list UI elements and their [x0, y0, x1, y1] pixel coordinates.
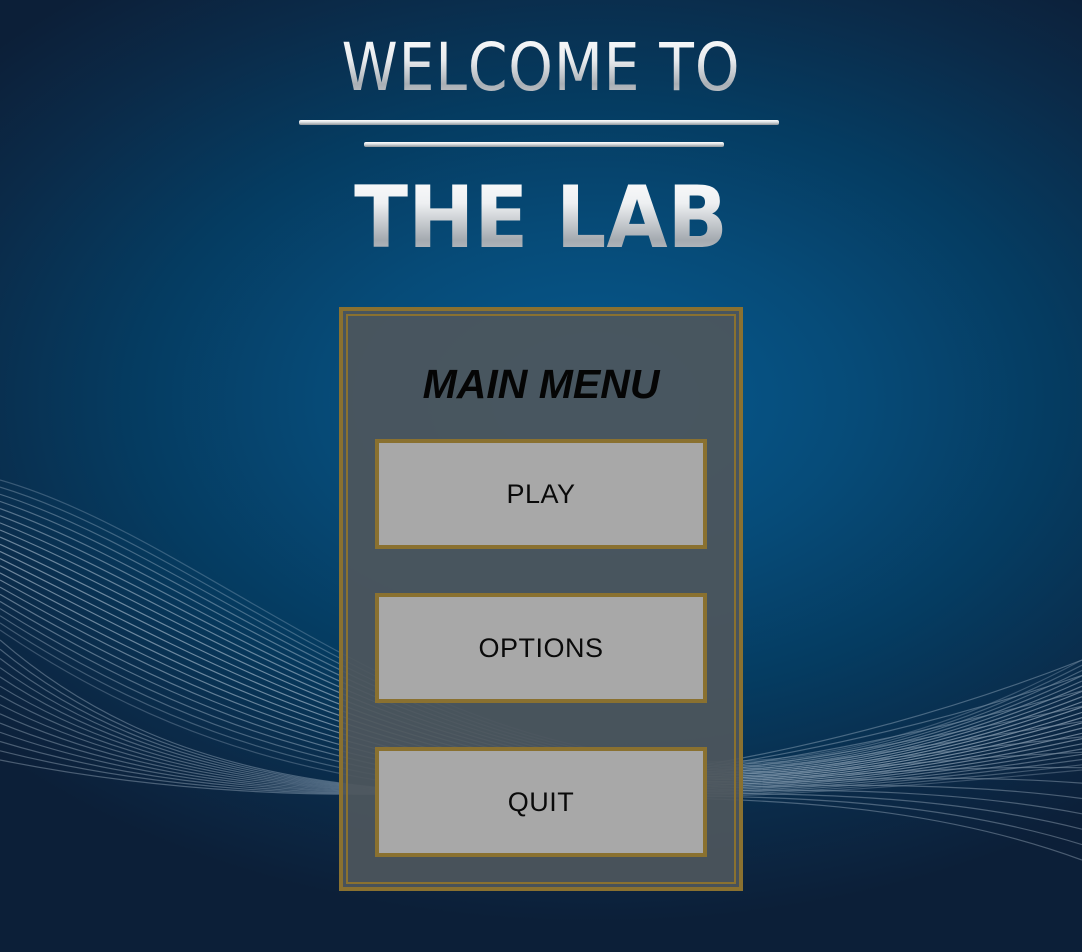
welcome-heading: WELCOME TO	[76, 28, 1007, 108]
play-button[interactable]: PLAY	[375, 439, 707, 549]
title-divider-top	[299, 120, 779, 125]
game-title: THE LAB	[43, 168, 1038, 268]
quit-button[interactable]: QUIT	[375, 747, 707, 857]
options-button[interactable]: OPTIONS	[375, 593, 707, 703]
main-menu-panel: MAIN MENU PLAY OPTIONS QUIT	[339, 307, 743, 891]
main-menu-title: MAIN MENU	[422, 361, 660, 407]
title-divider-bottom	[364, 142, 724, 147]
